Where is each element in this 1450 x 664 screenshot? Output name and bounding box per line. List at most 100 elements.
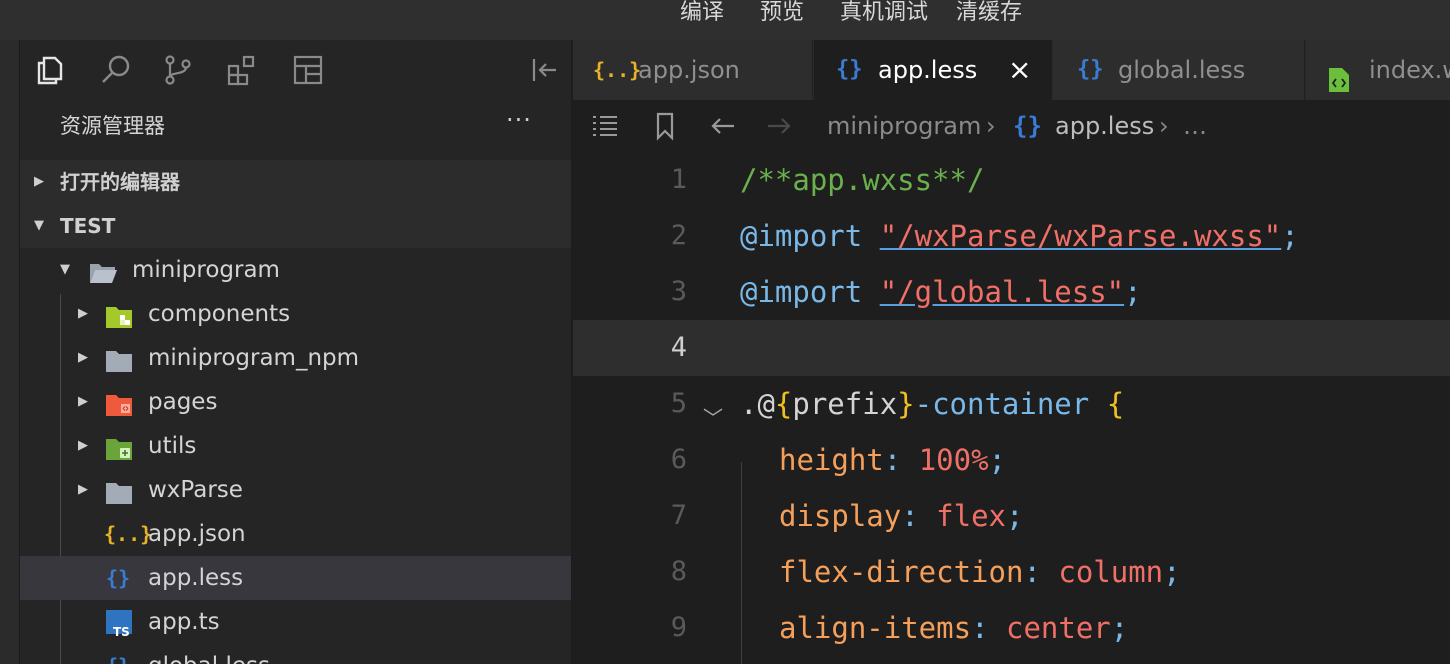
chevron-right-icon: ▶ — [34, 174, 44, 189]
arrow-right-icon[interactable] — [763, 110, 795, 142]
remote-debug-button[interactable]: 真机调试 — [840, 0, 928, 26]
file-tree: ▼ miniprogram ▶ components ▶ miniprogram… — [20, 248, 571, 664]
more-actions-icon[interactable]: ··· — [506, 106, 532, 134]
less-file-icon: {} — [106, 644, 136, 664]
code-line: 9 align-items: center; — [573, 600, 1450, 656]
code-line: 8 flex-direction: column; — [573, 544, 1450, 600]
tree-item-components[interactable]: ▶ components — [20, 292, 571, 336]
tree-item-app-ts[interactable]: TS app.ts — [20, 600, 571, 644]
folder-utils-icon — [104, 433, 134, 460]
project-section[interactable]: ▼ TEST — [20, 204, 571, 248]
code-text: display: flex; — [779, 488, 1023, 544]
code-keyword: @import — [740, 275, 863, 309]
code-property: flex-direction — [779, 555, 1024, 589]
chevron-right-icon: › — [986, 112, 996, 140]
breadcrumb-folder[interactable]: miniprogram — [827, 100, 981, 152]
source-control-icon[interactable] — [160, 52, 196, 88]
tab-global-less[interactable]: {} global.less — [1053, 40, 1305, 100]
tab-app-less[interactable]: {} app.less × — [814, 40, 1052, 100]
tab-index-w[interactable]: index.w — [1306, 40, 1450, 100]
code-line-current: 4 — [573, 320, 1450, 376]
tab-label: global.less — [1118, 56, 1246, 84]
less-file-icon: {} — [1077, 57, 1104, 82]
folder-pages-icon — [104, 389, 134, 416]
code-line: 6 height: 100%; — [573, 432, 1450, 488]
folder-icon — [104, 477, 134, 504]
tree-item-global-less[interactable]: {} global.less — [20, 644, 571, 664]
code-property: align-items — [779, 611, 972, 645]
breadcrumb-ellipsis[interactable]: … — [1183, 100, 1207, 152]
chevron-right-icon: ▶ — [78, 482, 88, 497]
editor-tabs: {..} app.json {} app.less × {} global.le… — [573, 40, 1450, 100]
top-toolbar: 编译 预览 真机调试 清缓存 — [0, 0, 1450, 40]
explorer-sidebar: 资源管理器 ··· ▶ 打开的编辑器 ▼ TEST ▼ miniprogram … — [20, 40, 572, 664]
code-text: .@{prefix}-container { — [740, 376, 1124, 432]
code-punct: ; — [1006, 499, 1024, 533]
tree-item-pages[interactable]: ▶ pages — [20, 380, 571, 424]
chevron-right-icon: ▶ — [78, 306, 88, 321]
code-selector: -container — [914, 387, 1090, 421]
code-punct: : — [901, 499, 919, 533]
arrow-left-icon[interactable] — [707, 110, 739, 142]
collapse-panel-icon[interactable] — [526, 52, 562, 88]
tree-item-label: components — [148, 301, 291, 327]
tree-item-label: miniprogram — [132, 257, 280, 283]
tree-item-app-less[interactable]: {} app.less — [20, 556, 571, 600]
tab-label: app.json — [638, 56, 740, 84]
tree-item-label: wxParse — [148, 477, 243, 503]
code-value: flex — [936, 499, 1006, 533]
files-icon[interactable] — [32, 52, 68, 88]
code-editor[interactable]: 1 /**app.wxss**/ 2 @import "/wxParse/wxP… — [573, 152, 1450, 664]
code-property: height — [779, 443, 884, 477]
tree-item-wxparse[interactable]: ▶ wxParse — [20, 468, 571, 512]
activity-bar — [20, 40, 571, 100]
search-icon[interactable] — [98, 52, 134, 88]
chevron-down-icon: ▼ — [34, 218, 44, 233]
code-punct: : — [971, 611, 989, 645]
tree-item-label: global.less — [148, 644, 270, 664]
section-label: TEST — [60, 214, 116, 238]
code-punct: : — [1023, 555, 1041, 589]
tree-item-miniprogram-npm[interactable]: ▶ miniprogram_npm — [20, 336, 571, 380]
extensions-icon[interactable] — [224, 52, 260, 88]
less-file-icon: {} — [106, 566, 131, 590]
explorer-title: 资源管理器 — [60, 114, 165, 138]
clear-cache-button[interactable]: 清缓存 — [956, 0, 1022, 26]
preview-button[interactable]: 预览 — [760, 0, 804, 26]
open-editors-section[interactable]: ▶ 打开的编辑器 — [20, 160, 571, 204]
chevron-right-icon: ▶ — [78, 394, 88, 409]
code-punct: ; — [1163, 555, 1181, 589]
line-number: 6 — [670, 444, 687, 475]
tree-item-miniprogram[interactable]: ▼ miniprogram — [20, 248, 571, 292]
svg-text:TS: TS — [113, 625, 130, 639]
code-line: 7 display: flex; — [573, 488, 1450, 544]
code-value: column — [1058, 555, 1164, 589]
breadcrumb-file[interactable]: app.less — [1055, 100, 1154, 152]
code-value: 100% — [918, 443, 989, 477]
tree-item-app-json[interactable]: {..} app.json — [20, 512, 571, 556]
compile-button[interactable]: 编译 — [680, 0, 724, 26]
code-string[interactable]: "/global.less" — [880, 275, 1124, 309]
code-punct: ; — [1281, 219, 1299, 253]
file-code-icon — [1328, 57, 1350, 92]
editor-area: {..} app.json {} app.less × {} global.le… — [573, 40, 1450, 664]
folder-open-icon — [88, 257, 118, 283]
close-icon[interactable]: × — [1008, 40, 1031, 100]
line-number: 7 — [670, 500, 687, 531]
line-number: 9 — [670, 612, 687, 643]
tree-item-utils[interactable]: ▶ utils — [20, 424, 571, 468]
code-punct: ; — [1110, 611, 1129, 645]
tree-item-label: pages — [148, 389, 218, 415]
bookmark-icon[interactable] — [649, 110, 681, 142]
folder-components-icon — [104, 301, 134, 328]
line-number: 8 — [670, 556, 687, 587]
code-brace: { — [774, 387, 793, 421]
tab-app-json[interactable]: {..} app.json — [573, 40, 813, 100]
layout-icon[interactable] — [290, 52, 326, 88]
chevron-right-icon: › — [1159, 112, 1169, 140]
code-string[interactable]: "/wxParse/wxParse.wxss" — [880, 219, 1282, 253]
line-number: 1 — [670, 164, 687, 195]
code-brace: } — [897, 387, 915, 421]
outline-list-icon[interactable] — [589, 110, 621, 142]
code-value: center — [1006, 611, 1111, 645]
